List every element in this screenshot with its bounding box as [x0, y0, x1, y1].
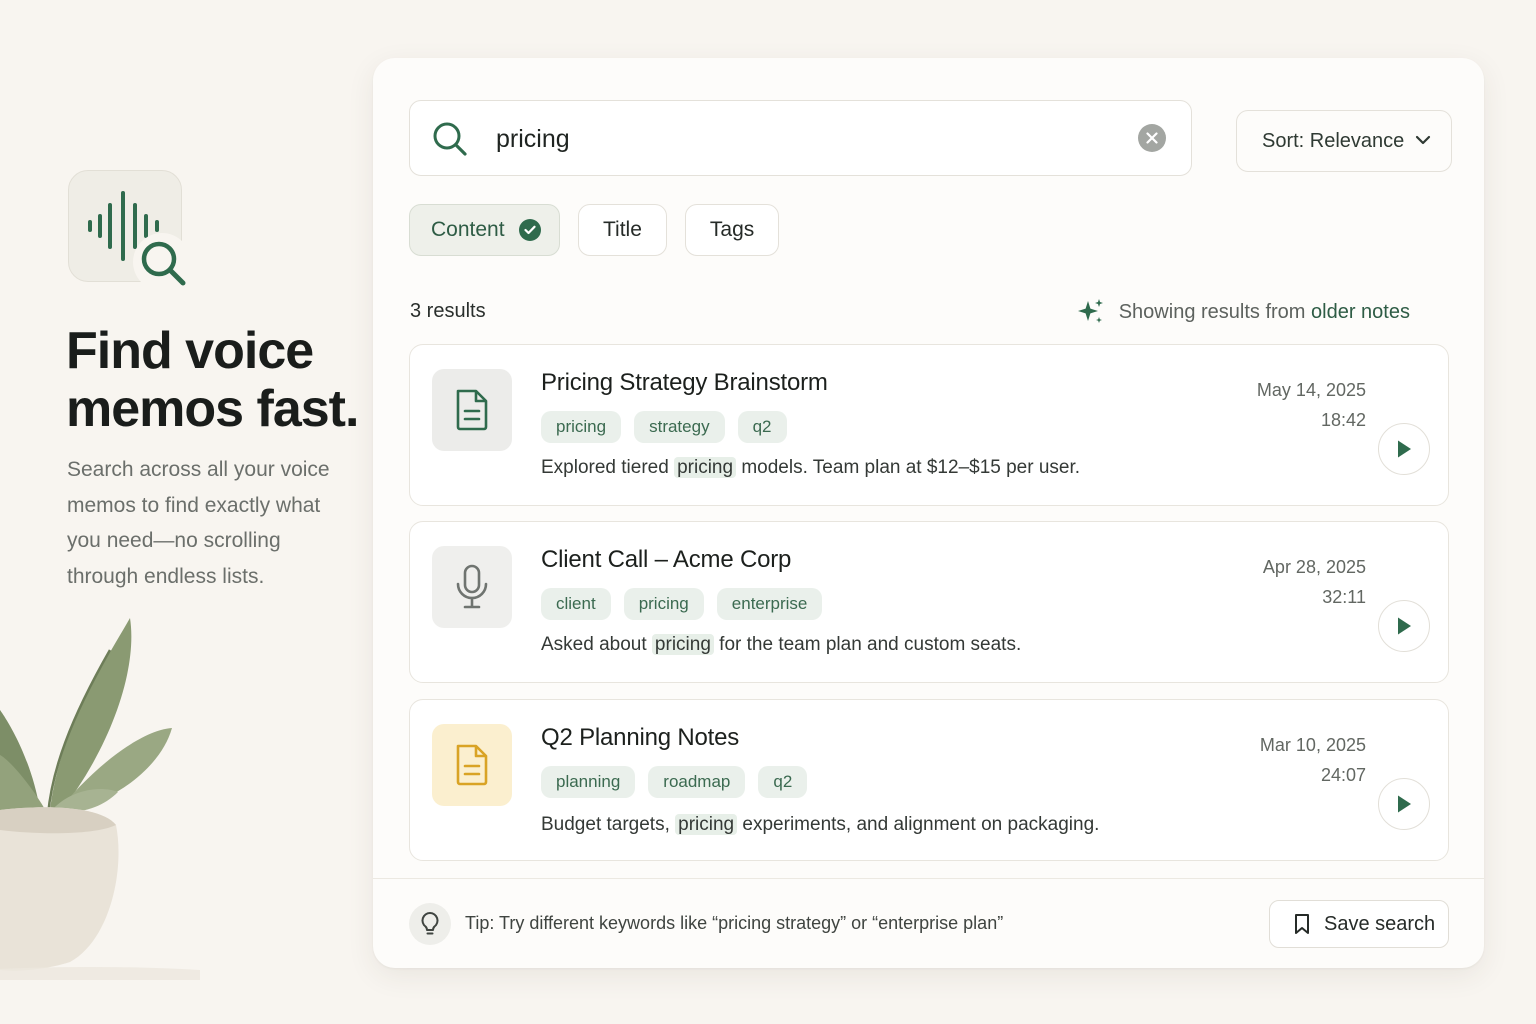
document-icon	[456, 389, 488, 431]
filter-content[interactable]: Content	[409, 204, 560, 256]
plant-illustration	[0, 618, 200, 980]
result-title[interactable]: Client Call – Acme Corp	[541, 546, 791, 574]
play-icon	[1398, 795, 1411, 813]
close-icon	[1146, 132, 1158, 144]
result-thumbnail	[432, 369, 512, 451]
result-snippet: Budget targets, pricing experiments, and…	[541, 814, 1100, 835]
result-duration: 18:42	[1320, 410, 1366, 430]
tag[interactable]: q2	[758, 766, 808, 798]
result-thumbnail	[432, 546, 512, 628]
older-notes-notice: Showing results from older notes	[1077, 298, 1410, 326]
filter-label: Title	[603, 218, 642, 241]
play-button[interactable]	[1378, 778, 1430, 830]
match-highlight: pricing	[675, 814, 738, 835]
result-tags: client pricing enterprise	[541, 588, 823, 620]
tag[interactable]: enterprise	[716, 588, 823, 620]
magnifier-icon	[133, 233, 191, 291]
sort-label: Sort: Relevance	[1262, 129, 1405, 152]
tag[interactable]: q2	[737, 411, 787, 443]
footer-divider	[373, 878, 1484, 879]
result-snippet: Explored tiered pricing models. Team pla…	[541, 457, 1081, 478]
older-notes-link[interactable]: older notes	[1311, 301, 1410, 323]
tag[interactable]: pricing	[541, 411, 622, 443]
page: Find voice memos fast. Search across all…	[0, 0, 1536, 1024]
search-scope-filters: Content Title Tags	[409, 204, 780, 256]
save-search-label: Save search	[1324, 912, 1436, 935]
result-tags: planning roadmap q2	[541, 766, 808, 798]
result-meta: Apr 28, 2025 32:11	[1263, 552, 1366, 612]
document-icon	[456, 744, 488, 786]
result-card[interactable]: Pricing Strategy Brainstorm pricing stra…	[409, 344, 1449, 506]
filter-label: Content	[431, 218, 505, 241]
search-box[interactable]	[409, 100, 1192, 176]
match-highlight: pricing	[674, 457, 737, 478]
microphone-icon	[456, 564, 488, 609]
search-input[interactable]	[496, 119, 1116, 159]
search-panel: Sort: Relevance Content Title Tags 3 res…	[373, 58, 1484, 968]
chevron-down-icon	[1415, 135, 1431, 145]
tip-text: Tip: Try different keywords like “pricin…	[465, 913, 1004, 933]
older-notes-text: Showing results from	[1118, 300, 1306, 323]
filter-tags[interactable]: Tags	[684, 204, 780, 256]
check-icon	[518, 219, 541, 241]
result-thumbnail	[432, 724, 512, 806]
play-icon	[1398, 440, 1411, 458]
bookmark-icon	[1295, 914, 1309, 934]
result-date: Apr 28, 2025	[1262, 557, 1366, 577]
result-date: May 14, 2025	[1256, 380, 1366, 400]
clear-search-button[interactable]	[1138, 124, 1166, 152]
result-duration: 32:11	[1322, 587, 1366, 607]
filter-title[interactable]: Title	[578, 204, 667, 256]
sparkle-icon	[1077, 299, 1103, 323]
match-highlight: pricing	[651, 634, 714, 655]
play-button[interactable]	[1378, 600, 1430, 652]
result-title[interactable]: Pricing Strategy Brainstorm	[541, 369, 828, 397]
result-meta: Mar 10, 2025 24:07	[1260, 730, 1366, 790]
result-snippet: Asked about pricing for the team plan an…	[541, 634, 1022, 655]
search-icon	[433, 122, 467, 156]
sort-dropdown[interactable]: Sort: Relevance	[1236, 110, 1452, 172]
result-date: Mar 10, 2025	[1259, 735, 1366, 755]
play-button[interactable]	[1378, 423, 1430, 475]
tag[interactable]: planning	[541, 766, 636, 798]
tag[interactable]: roadmap	[648, 766, 746, 798]
filter-label: Tags	[709, 218, 755, 241]
tag[interactable]: client	[541, 588, 611, 620]
result-title[interactable]: Q2 Planning Notes	[541, 724, 739, 752]
result-meta: May 14, 2025 18:42	[1257, 375, 1366, 435]
tag[interactable]: strategy	[634, 411, 725, 443]
play-icon	[1398, 617, 1411, 635]
result-card[interactable]: Q2 Planning Notes planning roadmap q2 Bu…	[409, 699, 1449, 861]
hero-subtitle: Search across all your voice memos to fi…	[67, 458, 330, 588]
result-duration: 24:07	[1320, 765, 1366, 785]
save-search-button[interactable]: Save search	[1269, 900, 1449, 948]
hero-title: Find voice memos fast.	[66, 322, 359, 438]
results-count: 3 results	[410, 300, 486, 322]
lightbulb-icon	[409, 903, 451, 945]
result-card[interactable]: Client Call – Acme Corp client pricing e…	[409, 521, 1449, 683]
tag[interactable]: pricing	[623, 588, 704, 620]
result-tags: pricing strategy q2	[541, 411, 787, 443]
